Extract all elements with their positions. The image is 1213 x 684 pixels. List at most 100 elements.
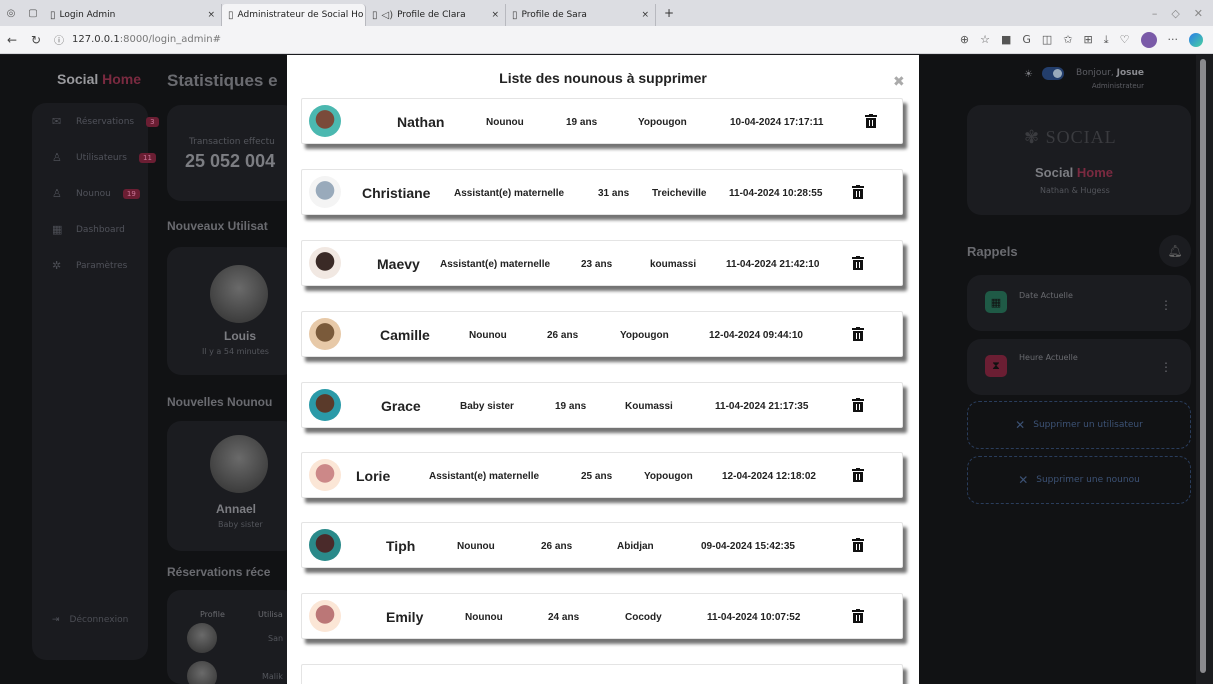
logout-button[interactable]: ⇥ Déconnexion: [52, 615, 128, 625]
delete-nannies-modal: Liste des nounous à supprimer ✖ Nathan No…: [287, 55, 919, 684]
browser-tab-login[interactable]: ▯ Login Admin ×: [44, 4, 222, 26]
speaker-icon[interactable]: ◁): [382, 10, 394, 21]
page-icon: ▯: [228, 9, 234, 21]
nanny-name: Camille: [380, 327, 430, 343]
trash-lid: [865, 115, 877, 117]
zoom-icon[interactable]: ⊕: [960, 33, 969, 46]
nanny-name: Maevy: [377, 256, 420, 272]
more-options-icon[interactable]: ⋮: [1160, 298, 1172, 312]
trash-lid: [852, 257, 864, 259]
nanny-name: Grace: [381, 398, 421, 414]
workspaces-icon[interactable]: ◎: [0, 8, 22, 19]
nanny-city: Koumassi: [625, 400, 673, 412]
copilot-icon[interactable]: [1189, 32, 1203, 47]
nanny-photo: [309, 529, 341, 561]
settings-heart-icon[interactable]: ♡: [1120, 33, 1130, 46]
browser-tab-admin[interactable]: ▯ Administrateur de Social Ho ×: [222, 4, 366, 26]
table-row: Emily Nounou 24 ans Cocody 11-04-2024 10:07:…: [301, 593, 903, 639]
close-icon: ✕: [1015, 418, 1026, 432]
nanny-date: 10-04-2024 17:17:11: [730, 116, 824, 128]
sidebar-item-settings[interactable]: ✲ Paramètres: [52, 259, 127, 272]
trash-icon[interactable]: [852, 256, 864, 270]
theme-toggle[interactable]: [1042, 67, 1064, 80]
nanny-role: Assistant(e) maternelle: [440, 258, 551, 270]
delete-user-button[interactable]: ✕ Supprimer un utilisateur: [967, 401, 1191, 449]
trash-icon[interactable]: [852, 468, 864, 482]
badge: 19: [122, 188, 140, 199]
bell-icon[interactable]: 🔔︎: [1159, 235, 1191, 267]
trash-can: [866, 118, 876, 128]
transaction-label: Transaction effectu: [189, 137, 275, 147]
refresh-icon[interactable]: ↻: [24, 33, 48, 47]
back-icon[interactable]: ←: [0, 33, 24, 47]
sidebar-item-dashboard[interactable]: ▦ Dashboard: [52, 223, 125, 236]
table-row: [301, 664, 903, 684]
nanny-name: Christiane: [362, 185, 431, 201]
trash-icon[interactable]: [852, 185, 864, 199]
favorite-icon[interactable]: ☆: [980, 33, 990, 46]
favorites-bar-icon[interactable]: ✩: [1063, 33, 1072, 46]
close-tab-icon[interactable]: ×: [635, 10, 649, 20]
close-icon: ✕: [1018, 473, 1029, 487]
trash-icon[interactable]: [852, 538, 864, 552]
new-tab-button[interactable]: +: [656, 6, 682, 20]
browser-tab-sara[interactable]: ▯ Profile de Sara ×: [506, 4, 656, 26]
tab-actions-icon[interactable]: ▢: [22, 8, 44, 19]
close-icon[interactable]: ✖: [893, 74, 905, 90]
close-tab-icon[interactable]: ×: [201, 10, 215, 20]
res-avatar: [187, 661, 217, 684]
sidebar-item-reservations[interactable]: ✉ Réservations 3: [52, 115, 159, 128]
page-scrollbar[interactable]: [1196, 55, 1213, 684]
nanny-age: 24 ans: [548, 611, 580, 623]
page-icon: ▯: [372, 9, 378, 21]
close-window-icon[interactable]: ✕: [1194, 7, 1203, 20]
nanny-photo: [309, 318, 341, 350]
sidebar-item-users[interactable]: ♙ Utilisateurs 11: [52, 151, 156, 164]
trash-icon[interactable]: [852, 398, 864, 412]
tab-label: Profile de Sara: [521, 10, 587, 20]
close-tab-icon[interactable]: ×: [485, 10, 499, 20]
greeting: Bonjour, Josue: [1076, 68, 1144, 78]
restore-icon[interactable]: ◇: [1171, 7, 1179, 20]
nanny-role: Assistant(e) maternelle: [429, 470, 540, 482]
profile-avatar[interactable]: [1140, 31, 1157, 48]
nanny-name: Emily: [386, 609, 424, 625]
sidebar-item-nounou[interactable]: ♙ Nounou 19: [52, 187, 140, 200]
new-nannies-heading: Nouvelles Nounou: [167, 395, 273, 409]
brand-subtitle: Nathan & Hugess: [1040, 186, 1110, 195]
browser-tab-clara[interactable]: ▯ ◁) Profile de Clara ×: [366, 4, 506, 26]
nanny-age: 26 ans: [541, 540, 573, 552]
trash-icon[interactable]: [852, 327, 864, 341]
nanny-city: koumassi: [650, 258, 697, 270]
new-user-avatar: [210, 265, 268, 323]
user-icon: ♙: [52, 151, 62, 164]
nanny-city: Yopougon: [638, 116, 687, 128]
trash-icon[interactable]: [865, 114, 877, 128]
table-row: Maevy Assistant(e) maternelle 23 ans koumas…: [301, 240, 903, 286]
nanny-date: 11-04-2024 10:28:55: [729, 187, 823, 199]
nanny-date: 12-04-2024 09:44:10: [709, 329, 803, 341]
more-options-icon[interactable]: ⋮: [1160, 360, 1172, 374]
scrollbar-thumb[interactable]: [1200, 59, 1206, 673]
collections-icon[interactable]: ⊞: [1084, 33, 1093, 46]
url-field[interactable]: ⓘ 127.0.0.1 :8000/login_admin#: [54, 32, 221, 47]
nanny-age: 26 ans: [547, 329, 579, 341]
extension-icon[interactable]: ■: [1001, 33, 1011, 46]
minimize-icon[interactable]: –: [1152, 7, 1158, 20]
split-screen-icon[interactable]: ◫: [1042, 33, 1052, 46]
nanny-role: Nounou: [457, 540, 495, 552]
trash-icon[interactable]: [852, 609, 864, 623]
more-icon[interactable]: ···: [1168, 33, 1179, 46]
downloads-icon[interactable]: ⤓: [1104, 33, 1109, 47]
nanny-role: Assistant(e) maternelle: [454, 187, 565, 199]
delete-nanny-button[interactable]: ✕ Supprimer une nounou: [967, 456, 1191, 504]
res-col-profile: Profile: [200, 610, 225, 619]
table-row: Lorie Assistant(e) maternelle 25 ans Yopoug…: [301, 452, 903, 498]
extension-g-icon[interactable]: G: [1022, 33, 1031, 46]
trash-can: [853, 402, 863, 412]
info-icon[interactable]: ⓘ: [54, 32, 64, 47]
browser-toolbar: ⊕ ☆ ■ G ◫ ✩ ⊞ ⤓ ♡ ···: [960, 31, 1213, 48]
sun-icon[interactable]: ☀: [1024, 69, 1033, 80]
sidebar-brand: Social Home: [57, 71, 142, 87]
reservations-heading: Réservations réce: [167, 565, 271, 579]
